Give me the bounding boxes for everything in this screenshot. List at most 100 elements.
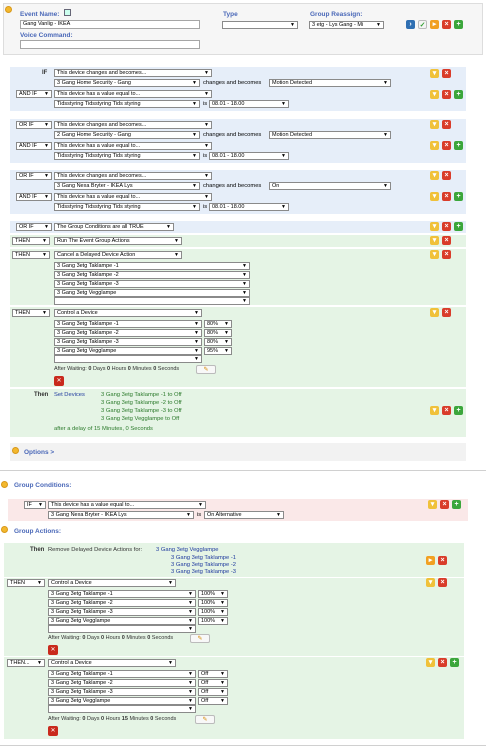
level-select[interactable]: 100% ▼ [198,608,228,616]
x-icon[interactable]: × [438,658,447,667]
or-if-select[interactable]: OR IF ▼ [16,172,52,180]
device-select[interactable]: 3 Gang 3etg Taklampe -1 ▼ [48,590,196,598]
device-select[interactable]: 3 Gang 3etg Taklampe -2 ▼ [48,599,196,607]
x-icon[interactable]: × [442,250,451,259]
device-select[interactable]: 3 Gang 3etg Taklampe -2 ▼ [54,271,250,279]
condition-type-select[interactable]: This device has a value equal to... ▼ [48,501,206,509]
x-icon[interactable]: × [442,120,451,129]
and-if-select[interactable]: AND IF ▼ [16,193,52,201]
then-select[interactable]: THEN ▼ [12,309,50,317]
pencil-icon[interactable]: ✎ [195,715,215,724]
state-select[interactable]: Motion Detected ▼ [269,131,391,139]
then-select[interactable]: THEN ▼ [7,579,45,587]
device-select[interactable]: 3 Gang 3etg Taklampe -2 ▼ [54,329,202,337]
plus-icon[interactable]: + [454,141,463,150]
action-type-select[interactable]: Control a Device ▼ [48,579,176,587]
arrow-up-icon[interactable]: ▾ [430,141,439,150]
x-icon[interactable]: × [442,236,451,245]
expand-circle-icon[interactable] [1,481,8,488]
arrow-up-icon[interactable]: ▾ [430,222,439,231]
remove-delay-icon[interactable]: ✕ [48,726,58,736]
event-name-input[interactable]: Gang Vanlig - IKEA [20,20,200,29]
expand-circle-icon[interactable] [12,447,19,454]
value-select[interactable]: 08.01 - 18.00 ▼ [209,203,289,211]
value-select[interactable]: 08.01 - 18.00 ▼ [209,152,289,160]
level-select[interactable]: 100% ▼ [198,599,228,607]
action-type-select[interactable]: Control a Device ▼ [54,309,202,317]
arrow-up-icon[interactable]: ▾ [430,308,439,317]
remove-delay-icon[interactable]: ✕ [54,376,64,386]
voice-command-input[interactable] [20,40,200,49]
options-link[interactable]: Options > [24,449,54,456]
x-icon[interactable]: × [442,69,451,78]
pencil-icon[interactable]: ✎ [196,365,216,374]
state-select[interactable]: On ▼ [269,182,391,190]
device-select[interactable]: 3 Gang Home Security - Gang ▼ [54,79,200,87]
x-icon[interactable]: × [442,222,451,231]
value-select[interactable]: 08.01 - 18.00 ▼ [209,100,289,108]
check-icon[interactable]: ✓ [418,20,427,29]
options-bar[interactable] [10,443,466,461]
x-icon[interactable]: × [442,141,451,150]
plus-icon[interactable]: + [450,658,459,667]
value-select[interactable]: On Alternative ▼ [204,511,284,519]
level-select[interactable]: 100% ▼ [198,590,228,598]
x-icon[interactable]: × [438,578,447,587]
group-reassign-select[interactable]: 3 etg - Lys Gang - Mi ▼ [309,21,384,29]
type-select[interactable]: ▼ [222,21,298,29]
x-icon[interactable]: × [438,556,447,565]
plus-icon[interactable]: + [454,20,463,29]
level-select[interactable]: 80% ▼ [204,329,232,337]
arrow-up-icon[interactable]: ▾ [426,658,435,667]
device-select[interactable]: 3 Gang 3etg Taklampe -1 ▼ [54,262,250,270]
plus-icon[interactable]: + [454,192,463,201]
arrow-up-icon[interactable]: ▾ [428,500,437,509]
x-icon[interactable]: × [442,308,451,317]
condition-type-select[interactable]: This device has a value equal to... ▼ [54,193,212,201]
pencil-icon[interactable]: ✎ [190,634,210,643]
device-select[interactable]: 2 Gang Home Security - Gang ▼ [54,131,200,139]
device-select[interactable]: 3 Gang 3etg Taklampe -3 ▼ [48,608,196,616]
remove-delay-icon[interactable]: ✕ [48,645,58,655]
calendar-icon[interactable] [64,9,71,16]
x-icon[interactable]: × [442,406,451,415]
set-devices-link[interactable]: Set Devices [54,392,85,398]
arrow-up-icon[interactable]: ▾ [430,192,439,201]
level-select[interactable]: Off ▼ [198,688,228,696]
level-select[interactable]: 95% ▼ [204,347,232,355]
device-select[interactable]: 3 Gang 3etg Taklampe -3 ▼ [48,688,196,696]
condition-type-select[interactable]: This device has a value equal to... ▼ [54,142,212,150]
arrow-up-icon[interactable]: ▾ [430,250,439,259]
and-if-select[interactable]: AND IF ▼ [16,142,52,150]
condition-type-select[interactable]: This device has a value equal to... ▼ [54,90,212,98]
condition-type-select[interactable]: This device changes and becomes... ▼ [54,121,212,129]
level-select[interactable]: 100% ▼ [198,617,228,625]
arrow-up-icon[interactable]: ▾ [430,69,439,78]
plus-icon[interactable]: + [454,90,463,99]
device-select[interactable]: ▼ [48,625,196,633]
plus-icon[interactable]: + [454,222,463,231]
device-select[interactable]: Tidsstyring Tidsstyring Tids styring ▼ [54,152,200,160]
action-type-select[interactable]: Cancel a Delayed Device Action ▼ [54,251,182,259]
state-select[interactable]: Motion Detected ▼ [269,79,391,87]
arrow-up-icon[interactable]: ▾ [430,406,439,415]
play-icon[interactable]: ▸ [430,20,439,29]
device-select[interactable]: 3 Gang 3etg Taklampe -1 ▼ [48,670,196,678]
then-select[interactable]: THEN ▼ [12,251,50,259]
and-if-select[interactable]: AND IF ▼ [16,90,52,98]
device-select[interactable]: 3 Gang 3etg Taklampe -3 ▼ [54,280,250,288]
arrow-up-icon[interactable]: ▾ [430,171,439,180]
condition-type-select[interactable]: The Group Conditions are all TRUE ▼ [54,223,174,231]
device-select[interactable]: 3 Gang Nexa Bryter - IKEA Lys ▼ [54,182,200,190]
if-select[interactable]: IF ▼ [24,501,46,509]
level-select[interactable]: Off ▼ [198,670,228,678]
level-select[interactable]: 80% ▼ [204,338,232,346]
or-if-select[interactable]: OR IF ▼ [16,121,52,129]
arrow-up-icon[interactable]: ▾ [430,236,439,245]
action-type-select[interactable]: Run The Event Group Actions ▼ [54,237,182,245]
plus-icon[interactable]: + [454,406,463,415]
device-select[interactable]: 3 Gang 3etg Vegglampe ▼ [48,697,196,705]
device-select[interactable]: Tidsstyring Tidsstyring Tids styring ▼ [54,203,200,211]
play-icon[interactable]: ▸ [426,556,435,565]
action-type-select[interactable]: Control a Device ▼ [48,659,176,667]
